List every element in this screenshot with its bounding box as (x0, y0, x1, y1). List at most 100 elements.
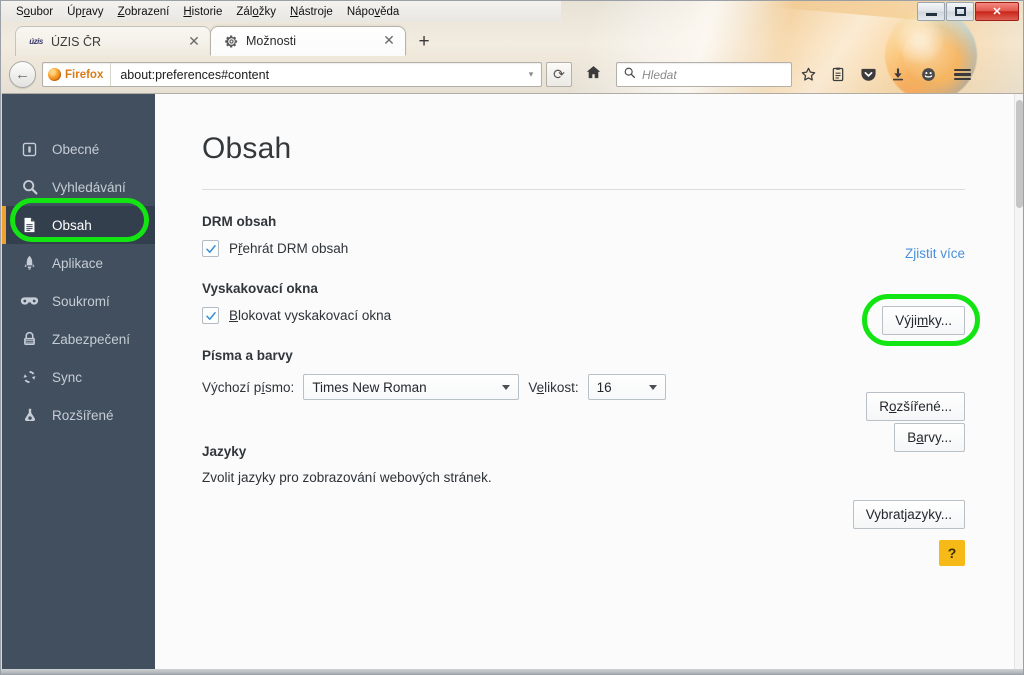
sidebar-item-obecne[interactable]: Obecné (2, 130, 155, 168)
help-button[interactable]: ? (939, 540, 965, 566)
tab-uzis-cr[interactable]: úzis ÚZIS ČR ✕ (15, 26, 211, 56)
drm-checkbox-label: Přehrát DRM obsah (229, 241, 349, 256)
section-heading: Písma a barvy (202, 348, 293, 363)
colors-button[interactable]: Ba rvy... (894, 423, 965, 452)
default-font-value: Times New Roman (312, 379, 427, 395)
url-text[interactable]: about:preferences#content (111, 68, 521, 82)
menu-item-nastroje[interactable]: Nástroje (283, 4, 340, 20)
identity-label: Firefox (65, 68, 104, 81)
exceptions-button[interactable]: Výji m ky... (882, 306, 965, 335)
browser-window: Soubor Úpravy Zobrazení Historie Záložky… (0, 0, 1024, 675)
preferences-sidebar: Obecné Vyhledávání Obsah Aplikace Soukro… (2, 94, 155, 671)
font-size-value: 16 (596, 379, 612, 395)
menu-item-zobrazeni[interactable]: Zobrazení (111, 4, 177, 20)
languages-description: Zvolit jazyky pro zobrazování webových s… (202, 470, 492, 485)
tab-strip: úzis ÚZIS ČR ✕ Možnosti ✕ + (1, 23, 1023, 56)
minimize-button[interactable] (917, 2, 945, 21)
library-icon[interactable] (824, 61, 852, 89)
popups-checkbox-label: Blokovat vyskakovací okna (229, 308, 392, 323)
menu-item-napoveda[interactable]: Nápověda (340, 4, 406, 20)
menu-item-soubor[interactable]: Soubor (9, 4, 60, 20)
tab-moznosti[interactable]: Možnosti ✕ (210, 26, 406, 56)
page-title: Obsah (202, 132, 292, 165)
section-fonts-colors: Písma a barvy Výchozí písmo: Times New R… (202, 348, 965, 400)
section-languages: Jazyky Zvolit jazyky pro zobrazování web… (202, 444, 965, 485)
sidebar-item-label: Zabezpečení (52, 331, 131, 347)
flask-icon (20, 406, 39, 425)
drm-checkbox[interactable] (202, 240, 219, 257)
font-size-select[interactable]: 16 (587, 374, 666, 400)
chevron-down-icon (648, 384, 657, 390)
reload-button[interactable]: ⟳ (546, 62, 572, 87)
sidebar-item-soukromi[interactable]: Soukromí (2, 282, 155, 320)
tab-title: ÚZIS ČR (51, 34, 101, 49)
default-font-select[interactable]: Times New Roman (303, 374, 520, 400)
chevron-down-icon[interactable]: ▾ (521, 69, 541, 80)
home-icon (585, 64, 602, 86)
search-bar[interactable]: Hledat (616, 62, 792, 87)
choose-languages-button[interactable]: Vybrat j azyky... (852, 500, 965, 529)
downloads-icon[interactable] (884, 61, 912, 89)
section-popups: Vyskakovací okna Blokovat vyskakovací ok… (202, 281, 965, 324)
general-icon (20, 140, 39, 159)
smiley-icon[interactable] (914, 61, 942, 89)
popups-checkbox-row[interactable]: Blokovat vyskakovací okna (202, 307, 965, 324)
vertical-scrollbar[interactable] (1014, 94, 1023, 671)
bookmark-star-icon[interactable] (794, 61, 822, 89)
popups-checkbox[interactable] (202, 307, 219, 324)
learn-more-link[interactable]: Zjistit více (905, 246, 965, 261)
sidebar-item-zabezpeceni[interactable]: Zabezpečení (2, 320, 155, 358)
pocket-icon[interactable] (854, 61, 882, 89)
content-icon (20, 216, 39, 235)
address-bar[interactable]: Firefox about:preferences#content ▾ (42, 62, 542, 87)
menu-item-upravy[interactable]: Úpravy (60, 4, 110, 20)
section-heading: DRM obsah (202, 214, 277, 229)
new-tab-button[interactable]: + (410, 28, 438, 56)
home-button[interactable] (578, 64, 608, 86)
reload-icon: ⟳ (553, 66, 565, 82)
title-divider (202, 189, 965, 190)
section-heading: Vyskakovací okna (202, 281, 318, 296)
identity-box[interactable]: Firefox (43, 63, 112, 86)
back-button[interactable]: ← (9, 61, 36, 88)
close-button[interactable]: ✕ (975, 2, 1019, 21)
sidebar-item-label: Obecné (52, 141, 100, 157)
menu-item-historie[interactable]: Historie (176, 4, 229, 20)
uzis-favicon: úzis (29, 37, 43, 46)
menu-item-zalozky[interactable]: Záložky (229, 4, 283, 20)
section-heading: Jazyky (202, 444, 247, 459)
maximize-icon (954, 7, 966, 16)
sync-icon (20, 368, 39, 387)
maximize-button[interactable] (946, 2, 974, 21)
chevron-down-icon (502, 384, 511, 390)
tab-title: Možnosti (246, 34, 297, 48)
navigation-toolbar: ← Firefox about:preferences#content ▾ ⟳ (1, 56, 1023, 93)
menu-hamburger-icon[interactable] (948, 61, 976, 89)
sidebar-item-label: Vyhledávání (52, 179, 126, 195)
sidebar-item-obsah[interactable]: Obsah (2, 206, 155, 244)
close-icon: ✕ (992, 6, 1002, 18)
search-icon (623, 66, 636, 84)
sidebar-item-aplikace[interactable]: Aplikace (2, 244, 155, 282)
preferences-content: Obecné Vyhledávání Obsah Aplikace Soukro… (2, 93, 1023, 671)
search-input[interactable]: Hledat (642, 68, 677, 82)
sidebar-item-rozsirene[interactable]: Rozšířené (2, 396, 155, 434)
search-icon (20, 178, 39, 197)
tab-close-icon[interactable]: ✕ (381, 33, 397, 49)
sidebar-item-label: Soukromí (52, 293, 110, 309)
window-controls: ✕ (916, 2, 1019, 21)
scrollbar-thumb[interactable] (1016, 100, 1023, 208)
drm-checkbox-row[interactable]: Přehrát DRM obsah (202, 240, 965, 257)
tab-close-icon[interactable]: ✕ (186, 33, 202, 50)
sidebar-item-sync[interactable]: Sync (2, 358, 155, 396)
advanced-fonts-button[interactable]: Ro zšířené... (866, 392, 965, 421)
minimize-icon (925, 13, 937, 16)
hamburger-bars (953, 66, 971, 83)
menu-bar: Soubor Úpravy Zobrazení Historie Záložky… (1, 1, 561, 22)
font-size-label: Velikost: (528, 379, 579, 395)
sidebar-item-vyhledavani[interactable]: Vyhledávání (2, 168, 155, 206)
mask-icon (20, 292, 39, 311)
window-bottom-edge (1, 669, 1023, 674)
sidebar-item-label: Obsah (52, 217, 92, 233)
gear-icon (223, 33, 239, 49)
